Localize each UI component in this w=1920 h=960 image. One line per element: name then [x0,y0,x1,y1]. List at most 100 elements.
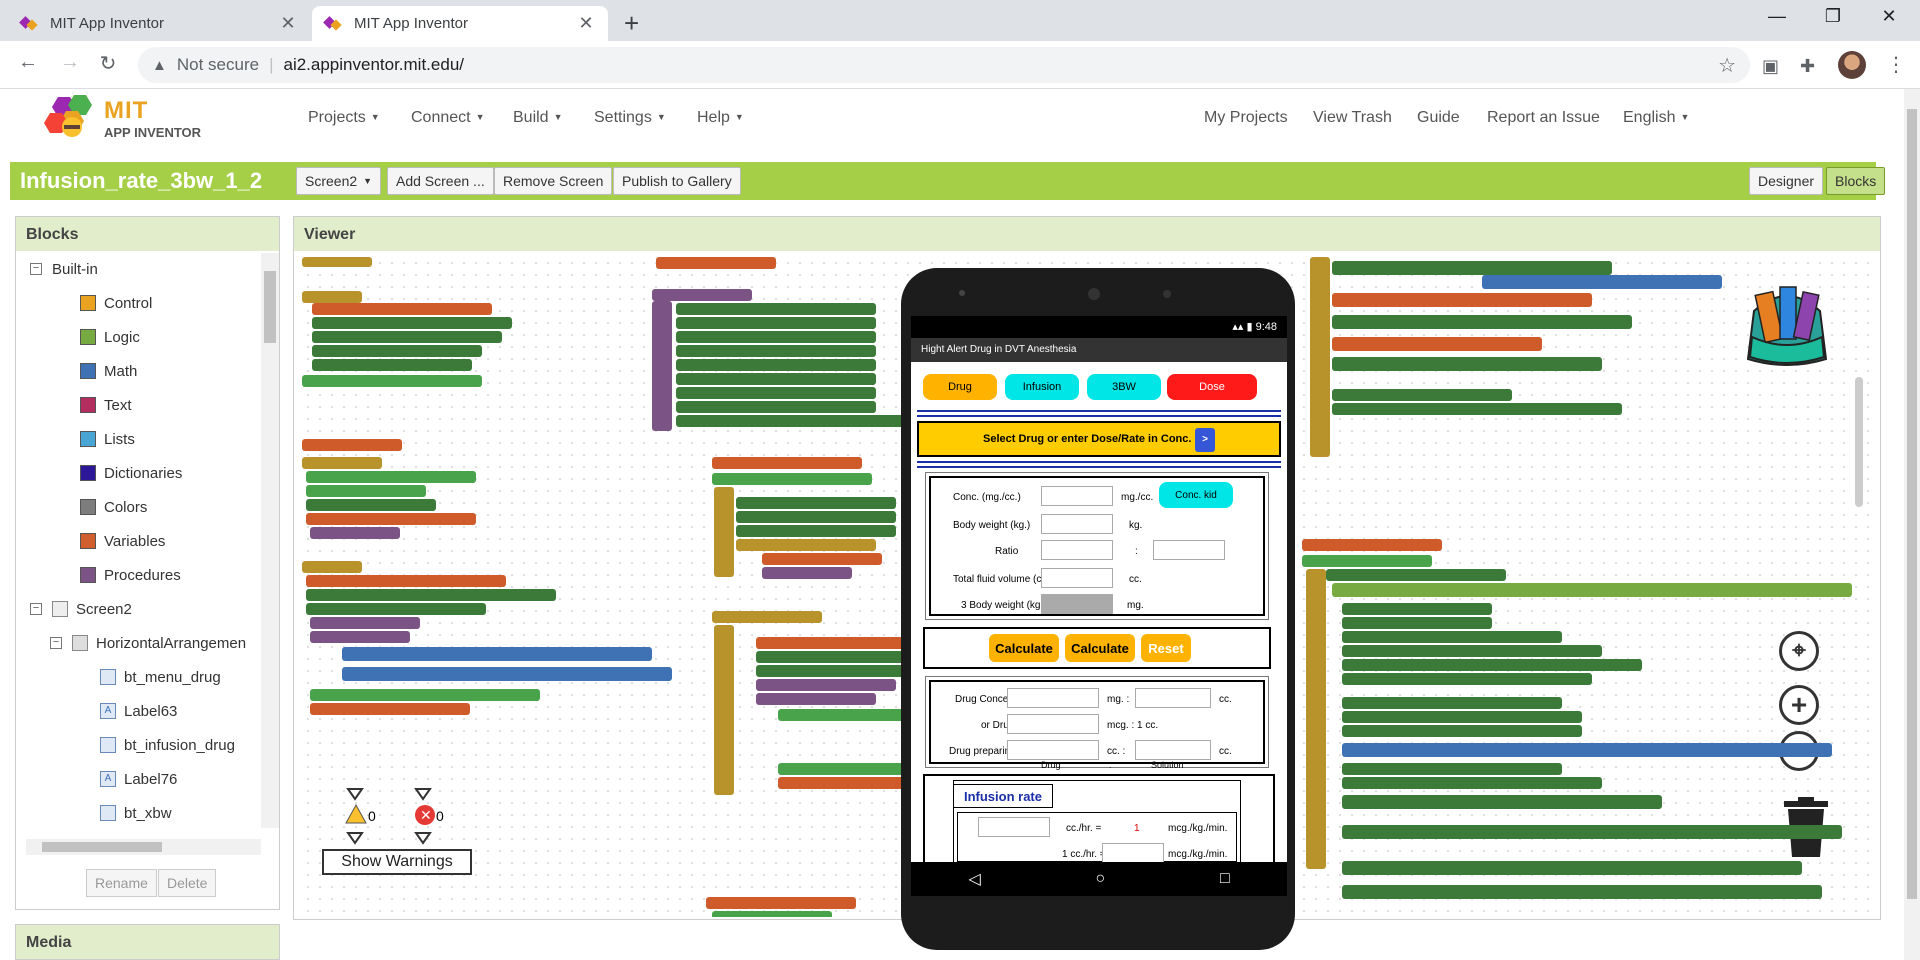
code-block[interactable] [706,897,856,909]
scroll-thumb[interactable] [264,271,276,343]
code-block[interactable] [676,415,906,427]
code-block[interactable] [312,317,512,329]
ratio-input-2[interactable] [1153,540,1225,560]
code-block[interactable] [306,499,436,511]
code-block[interactable] [306,589,556,601]
code-block[interactable] [756,651,906,663]
code-block[interactable] [1342,617,1492,629]
code-block[interactable] [1332,261,1612,275]
nav-back-icon[interactable]: ◁ [968,869,980,889]
code-block[interactable] [1482,275,1722,289]
code-block[interactable] [306,513,476,525]
blocks-category-variables[interactable]: Variables [80,529,165,553]
solution-input[interactable] [1135,740,1211,760]
extensions-puzzle-icon[interactable]: ✚ [1800,56,1815,77]
blocks-category-control[interactable]: Control [80,291,152,315]
or-drug-input[interactable] [1007,714,1099,734]
code-block[interactable] [762,567,852,579]
link-report-issue[interactable]: Report an Issue [1487,109,1600,127]
designer-button[interactable]: Designer [1749,167,1824,195]
link-view-trash[interactable]: View Trash [1313,109,1392,127]
code-block[interactable] [1326,569,1506,581]
mit-app-inventor-logo[interactable]: MIT APP INVENTOR [44,93,204,145]
tree-horizontal-arrangement[interactable]: − HorizontalArrangemen [50,631,246,655]
code-block[interactable] [762,553,882,565]
code-block[interactable] [302,291,362,303]
code-block[interactable] [1310,257,1330,457]
collapse-icon[interactable]: − [30,603,42,615]
close-tab-icon[interactable]: ✕ [576,13,596,34]
collapse-icon[interactable]: − [30,263,42,275]
code-block[interactable] [1302,555,1432,567]
show-warnings-button[interactable]: Show Warnings [322,849,472,875]
browser-tab-1[interactable]: MIT App Inventor ✕ [8,6,310,41]
top-button-3bw[interactable]: 3BW [1087,374,1161,400]
code-block[interactable] [312,345,482,357]
code-block[interactable] [312,331,502,343]
link-my-projects[interactable]: My Projects [1204,109,1288,127]
language-selector[interactable]: English ▼ [1623,109,1689,127]
top-button-dose[interactable]: Dose [1167,374,1257,400]
code-block[interactable] [312,303,492,315]
code-block[interactable] [676,303,876,315]
code-block[interactable] [1342,795,1662,809]
code-block[interactable] [1342,763,1562,775]
total-fluid-input[interactable] [1041,568,1113,588]
conc-input[interactable] [1041,486,1113,506]
code-block[interactable] [310,527,400,539]
code-block[interactable] [676,359,876,371]
chrome-menu-icon[interactable]: ⋮ [1886,52,1906,77]
media-panel-title[interactable]: Media [15,924,280,960]
nav-recents-icon[interactable]: □ [1220,870,1230,888]
code-block[interactable] [676,317,876,329]
zoom-in-icon[interactable]: + [1779,685,1819,725]
screen-selector[interactable]: Screen2 ▼ [296,167,382,195]
code-block[interactable] [756,665,906,677]
blocks-category-text[interactable]: Text [80,393,132,417]
code-block[interactable] [676,401,876,413]
code-block[interactable] [714,625,734,795]
code-block[interactable] [1342,885,1822,899]
top-button-drug[interactable]: Drug [923,374,997,400]
url-omnibox[interactable]: ▲ Not secure | ai2.appinventor.mit.edu/ … [138,47,1750,83]
ratio-input-1[interactable] [1041,540,1113,560]
tree-component[interactable]: bt_xbw [100,801,172,825]
bookmark-star-icon[interactable]: ☆ [1718,53,1736,78]
code-block[interactable] [1332,293,1592,307]
warning-triangle-icon[interactable]: ▲ [152,57,167,74]
code-block[interactable] [302,457,382,469]
browser-tab-2[interactable]: MIT App Inventor ✕ [312,6,608,41]
code-block[interactable] [1306,569,1326,869]
code-block[interactable] [310,631,410,643]
code-block[interactable] [712,473,872,485]
code-block[interactable] [1332,357,1602,371]
code-block[interactable] [712,457,862,469]
collapse-icon[interactable]: − [50,637,62,649]
tree-builtin[interactable]: − Built-in [30,257,98,281]
code-block[interactable] [712,611,822,623]
tree-component[interactable]: bt_menu_drug [100,665,221,689]
code-block[interactable] [1342,711,1582,723]
drug-preparing-input[interactable] [1007,740,1099,760]
code-block[interactable] [736,539,876,551]
rate-cc-hr-input[interactable] [978,817,1050,837]
code-block[interactable] [306,471,476,483]
calculate-button-1[interactable]: Calculate [989,634,1059,662]
close-window-icon[interactable]: ✕ [1874,6,1904,27]
code-block[interactable] [1342,725,1582,737]
conc-kid-button[interactable]: Conc. kid [1159,482,1233,508]
reload-icon[interactable]: ↻ [94,51,122,76]
code-block[interactable] [778,709,918,721]
code-block[interactable] [712,911,832,917]
minimize-icon[interactable]: — [1762,6,1792,27]
code-block[interactable] [310,617,420,629]
code-block[interactable] [1332,389,1512,401]
code-block[interactable] [1342,825,1842,839]
code-block[interactable] [1342,861,1802,875]
code-block[interactable] [302,561,362,573]
code-block[interactable] [1332,315,1632,329]
tree-component[interactable]: A Label76 [100,767,177,791]
select-drug-bar[interactable]: Select Drug or enter Dose/Rate in Conc. … [917,421,1281,457]
code-block[interactable] [1332,403,1622,415]
menu-build[interactable]: Build ▼ [513,109,563,127]
